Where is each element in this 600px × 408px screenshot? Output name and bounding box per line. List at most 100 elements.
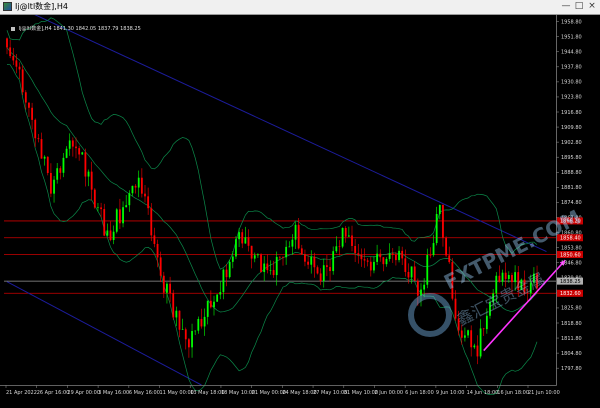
candle-body (285, 246, 288, 258)
candle-body (438, 205, 441, 214)
candle (250, 245, 253, 269)
candle-body (517, 272, 520, 290)
candle-body (269, 270, 272, 271)
candle-body (50, 172, 52, 194)
candle (241, 228, 244, 249)
candle-body (184, 329, 187, 340)
candle (391, 248, 394, 263)
channel-line (6, 281, 202, 386)
candle (360, 248, 363, 267)
candle-body (125, 205, 128, 208)
candle (533, 267, 535, 286)
candle (316, 265, 319, 275)
level-price-tag-label: 1832.60 (560, 291, 581, 297)
candle (119, 198, 121, 229)
candle (363, 248, 366, 268)
candle (71, 137, 74, 157)
candle (310, 250, 313, 274)
candle (9, 39, 12, 59)
candle (467, 329, 469, 339)
candle-body (360, 254, 363, 260)
candle (109, 221, 112, 242)
candle (407, 263, 410, 284)
candle-body (335, 246, 338, 252)
lower-band (6, 64, 538, 395)
price-tick-label: 1881.80 (561, 185, 582, 191)
candle-body (404, 258, 407, 272)
price-tick-label: 1825.80 (561, 306, 582, 312)
candle (122, 201, 124, 228)
candle-body (332, 251, 335, 272)
candle-body (395, 254, 397, 261)
close-button[interactable]: × (586, 1, 598, 12)
candle-body (84, 152, 87, 177)
candle (511, 272, 513, 293)
level-price-tag-label: 1858.40 (560, 236, 581, 242)
price-tick-label: 1853.80 (561, 245, 582, 251)
terminal-window: Ij@ltl数金],H4 — □ × 1958.80 1951.80 1944.80… (0, 0, 600, 408)
candle-body (485, 315, 488, 330)
candle (485, 308, 488, 334)
price-tick-label: 1944.80 (561, 50, 582, 56)
time-tick-label: 3 May 16:00 (98, 390, 129, 396)
price-tick-label: 1958.80 (561, 19, 582, 25)
candle-body (297, 224, 300, 249)
candle (379, 249, 382, 262)
candle-body (501, 272, 504, 282)
maximize-button[interactable]: □ (573, 1, 585, 12)
candle (28, 102, 30, 117)
candle-body (178, 310, 181, 330)
candle-body (21, 69, 24, 93)
candle (322, 258, 325, 288)
price-chart[interactable]: 1958.80 1951.80 1944.80 1937.80 1930.80 1923.… (0, 15, 600, 408)
time-tick-label: 14 Jun 18:00 (467, 390, 499, 396)
candle-body (514, 272, 516, 283)
candle-body (131, 185, 134, 194)
candle (134, 184, 137, 194)
candle (140, 168, 143, 198)
candle (498, 265, 501, 283)
candle-body (351, 235, 353, 246)
candle (382, 257, 385, 272)
candle (319, 268, 322, 286)
candle-body (15, 60, 18, 67)
candle-body (288, 246, 291, 248)
candle-body (467, 330, 469, 336)
price-tick-label: 1923.80 (561, 95, 582, 101)
candle (213, 295, 215, 316)
candlestick-chart-canvas[interactable]: 1958.80 1951.80 1944.80 1937.80 1930.80 1923.… (0, 15, 600, 408)
candle (351, 225, 353, 252)
title-bar[interactable]: Ij@ltl数金],H4 — □ × (0, 0, 600, 15)
candle (514, 265, 516, 291)
price-tick-label: 1937.80 (561, 65, 582, 71)
time-tick-label: 6 Jun 18:00 (405, 390, 434, 396)
candle-body (313, 256, 316, 268)
candle-body (59, 168, 62, 173)
candle-body (250, 245, 253, 259)
candle (125, 195, 128, 208)
candle-body (391, 253, 394, 255)
candle (34, 118, 37, 147)
candle-body (231, 256, 234, 262)
candle (536, 265, 538, 294)
candle-body (382, 257, 385, 265)
minimize-button[interactable]: — (560, 1, 572, 12)
candle (366, 257, 369, 267)
candle-body (216, 294, 219, 302)
candle (335, 236, 338, 253)
candle-body (172, 293, 175, 318)
symbol-dropdown-icon[interactable] (11, 26, 15, 31)
price-tick-label: 1916.80 (561, 110, 582, 116)
candle-body (329, 267, 331, 272)
candle (347, 226, 350, 237)
candle-body (369, 261, 372, 271)
candle (178, 310, 181, 338)
candle-body (244, 237, 247, 244)
candle-body (451, 262, 454, 299)
candle-body (65, 148, 68, 158)
candle (197, 316, 200, 334)
candle (53, 175, 55, 203)
level-price-tag-label: 1866.20 (560, 219, 581, 225)
candle-body (9, 47, 12, 57)
candle (84, 148, 87, 187)
